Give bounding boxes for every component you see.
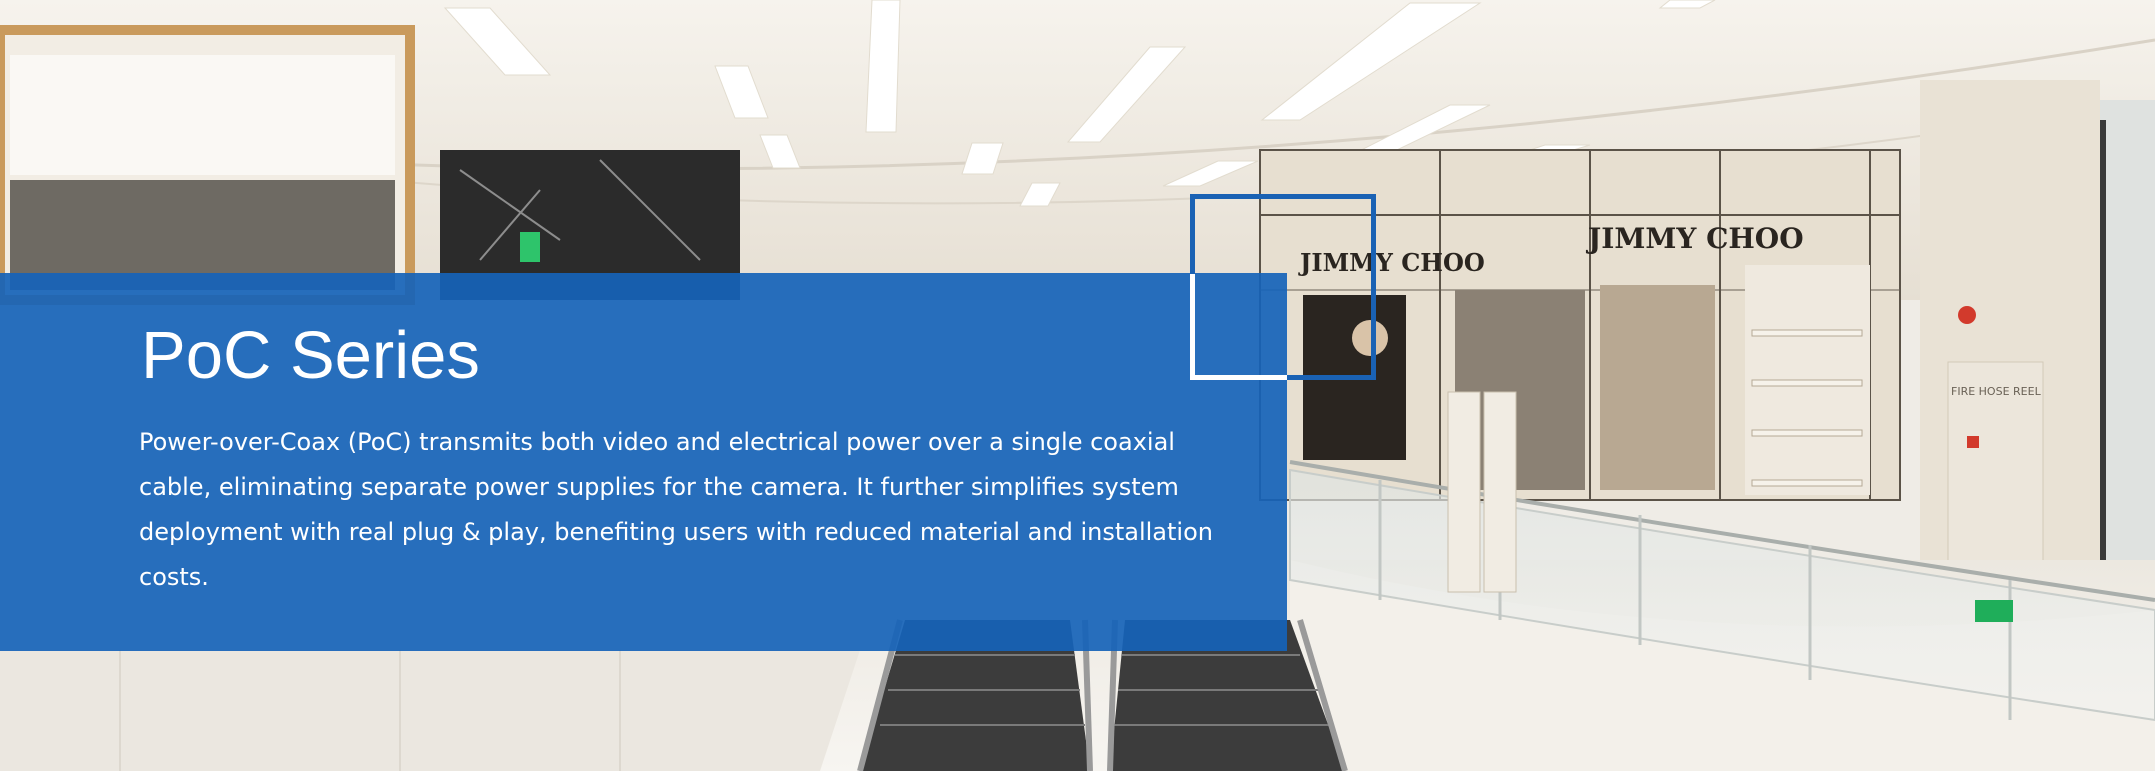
- poc-series-banner: JIMMY CHOO JIMMY CHOO FIRE HOSE REEL PoC…: [0, 0, 2155, 771]
- decorative-corner-accent: [1190, 274, 1287, 380]
- product-description: Power-over-Coax (PoC) transmits both vid…: [139, 428, 1213, 591]
- svg-text:JIMMY CHOO: JIMMY CHOO: [1585, 222, 1804, 255]
- page-title: PoC Series: [141, 318, 480, 393]
- svg-text:FIRE HOSE REEL: FIRE HOSE REEL: [1951, 385, 2042, 398]
